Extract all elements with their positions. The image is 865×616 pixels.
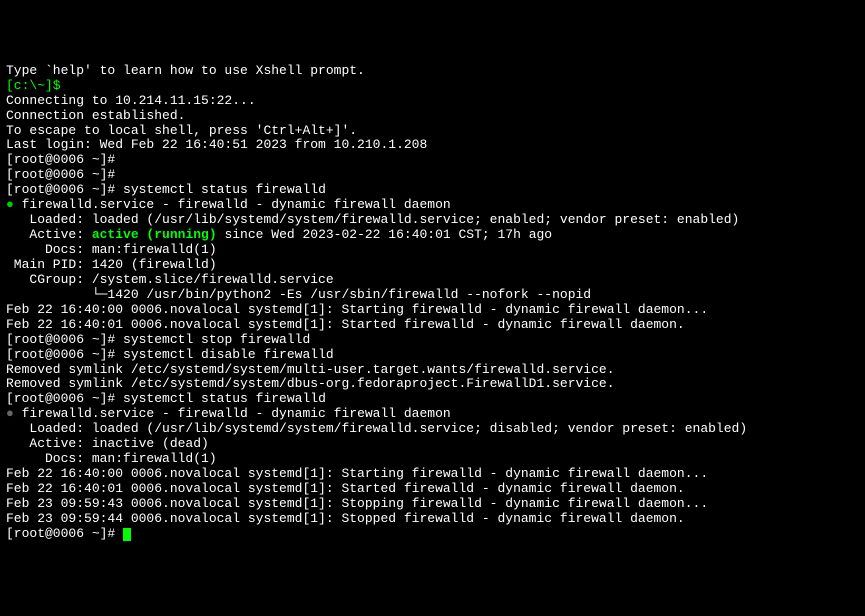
local-prompt: [c:\~]$ bbox=[6, 79, 859, 94]
command-line: [root@0006 ~]# systemctl stop firewalld bbox=[6, 333, 859, 348]
prompt-line[interactable]: [root@0006 ~]# bbox=[6, 527, 859, 542]
pid-line: Main PID: 1420 (firewalld) bbox=[6, 258, 859, 273]
prompt-line: [root@0006 ~]# bbox=[6, 168, 859, 183]
command-line: [root@0006 ~]# systemctl status firewall… bbox=[6, 392, 859, 407]
removed-line: Removed symlink /etc/systemd/system/mult… bbox=[6, 363, 859, 378]
command-text: systemctl status firewalld bbox=[123, 391, 326, 406]
service-name: firewalld.service - firewalld - dynamic … bbox=[22, 197, 451, 212]
command-line: [root@0006 ~]# systemctl disable firewal… bbox=[6, 348, 859, 363]
loaded-line: Loaded: loaded (/usr/lib/systemd/system/… bbox=[6, 213, 859, 228]
active-since: since Wed 2023-02-22 16:40:01 CST; 17h a… bbox=[217, 227, 552, 242]
command-line: [root@0006 ~]# systemctl status firewall… bbox=[6, 183, 859, 198]
help-line: Type `help' to learn how to use Xshell p… bbox=[6, 64, 859, 79]
prompt: [root@0006 ~]# bbox=[6, 347, 123, 362]
established-line: Connection established. bbox=[6, 109, 859, 124]
escape-line: To escape to local shell, press 'Ctrl+Al… bbox=[6, 124, 859, 139]
cursor-icon bbox=[123, 528, 131, 541]
prompt: [root@0006 ~]# bbox=[6, 391, 123, 406]
connecting-line: Connecting to 10.214.11.15:22... bbox=[6, 94, 859, 109]
log-line: Feb 22 16:40:01 0006.novalocal systemd[1… bbox=[6, 482, 859, 497]
log-line: Feb 23 09:59:43 0006.novalocal systemd[1… bbox=[6, 497, 859, 512]
loaded-line: Loaded: loaded (/usr/lib/systemd/system/… bbox=[6, 422, 859, 437]
status-dot-icon: ● bbox=[6, 406, 22, 421]
prompt-line: [root@0006 ~]# bbox=[6, 153, 859, 168]
active-line: Active: inactive (dead) bbox=[6, 437, 859, 452]
active-line: Active: active (running) since Wed 2023-… bbox=[6, 228, 859, 243]
docs-line: Docs: man:firewalld(1) bbox=[6, 243, 859, 258]
log-line: Feb 23 09:59:44 0006.novalocal systemd[1… bbox=[6, 512, 859, 527]
service-title: ● firewalld.service - firewalld - dynami… bbox=[6, 198, 859, 213]
removed-line: Removed symlink /etc/systemd/system/dbus… bbox=[6, 377, 859, 392]
cgroup-process-line: └─1420 /usr/bin/python2 -Es /usr/sbin/fi… bbox=[6, 288, 859, 303]
service-name: firewalld.service - firewalld - dynamic … bbox=[22, 406, 451, 421]
service-title: ● firewalld.service - firewalld - dynami… bbox=[6, 407, 859, 422]
active-status: active (running) bbox=[92, 227, 217, 242]
prompt: [root@0006 ~]# bbox=[6, 182, 123, 197]
prompt: [root@0006 ~]# bbox=[6, 526, 123, 541]
log-line: Feb 22 16:40:00 0006.novalocal systemd[1… bbox=[6, 303, 859, 318]
cgroup-line: CGroup: /system.slice/firewalld.service bbox=[6, 273, 859, 288]
status-dot-icon: ● bbox=[6, 197, 22, 212]
last-login-line: Last login: Wed Feb 22 16:40:51 2023 fro… bbox=[6, 138, 859, 153]
log-line: Feb 22 16:40:00 0006.novalocal systemd[1… bbox=[6, 467, 859, 482]
terminal-output[interactable]: Type `help' to learn how to use Xshell p… bbox=[6, 64, 859, 542]
command-text: systemctl stop firewalld bbox=[123, 332, 310, 347]
command-text: systemctl disable firewalld bbox=[123, 347, 334, 362]
docs-line: Docs: man:firewalld(1) bbox=[6, 452, 859, 467]
prompt: [root@0006 ~]# bbox=[6, 332, 123, 347]
log-line: Feb 22 16:40:01 0006.novalocal systemd[1… bbox=[6, 318, 859, 333]
command-text: systemctl status firewalld bbox=[123, 182, 326, 197]
active-label: Active: bbox=[6, 227, 92, 242]
